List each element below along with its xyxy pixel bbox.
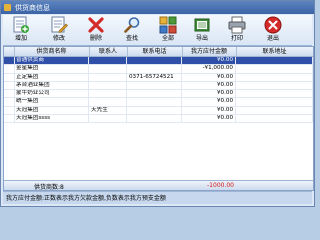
column-header-address[interactable]: 联系地址 <box>236 47 313 56</box>
cell-address <box>236 115 313 123</box>
cell-name: 统一集团 <box>14 98 89 106</box>
total-amount: -1000.00 <box>207 182 234 189</box>
cell-address <box>236 73 313 81</box>
cell-name: 蒙牛奶业公司 <box>14 90 89 98</box>
table-row[interactable]: 蒙牛奶业公司 ¥0.00 <box>4 90 313 99</box>
cell-address <box>236 106 313 115</box>
cell-address <box>236 57 313 65</box>
cell-amount: ¥0.00 <box>182 98 236 106</box>
cell-name: 天冠集团 <box>14 106 89 115</box>
cell-phone <box>127 65 182 73</box>
edit-icon <box>51 16 68 33</box>
table-body: 普通供货商 ¥0.00 金星集团 -¥1,000.00 正定集团 0371-6572452… <box>4 57 313 124</box>
toolbar: 增加 修改 删除 查找 全部 导出 打印 退出 <box>3 15 312 46</box>
add-icon <box>13 16 29 33</box>
all-icon <box>159 16 177 34</box>
exit-icon <box>264 16 282 34</box>
export-button[interactable]: 导出 <box>188 16 216 44</box>
cell-contact <box>89 98 127 106</box>
cell-address <box>236 81 313 90</box>
status-bar: 我方应付金额:正数表示我方欠款金额,负数表示我方预支金额 <box>3 191 312 204</box>
show-all-button-label: 全部 <box>161 35 174 42</box>
table-row[interactable]: 天冠集团 天先生 ¥0.00 <box>4 106 313 116</box>
cell-name: 茅台酒业集团 <box>14 81 89 90</box>
export-icon <box>194 18 210 32</box>
cell-contact <box>89 65 127 73</box>
cell-phone <box>127 57 182 65</box>
cell-amount: ¥0.00 <box>182 90 236 98</box>
column-header-phone[interactable]: 联系电话 <box>127 47 183 56</box>
app-icon <box>4 4 11 11</box>
cell-contact <box>89 90 127 98</box>
table-row[interactable]: 茅台酒业集团 ¥0.00 <box>4 81 313 91</box>
supplier-window: 供货商信息 增加 修改 删除 查找 全部 导出 打印 退出 供货商名称 联系人 … <box>0 0 315 207</box>
search-button-label: 查找 <box>125 35 138 42</box>
table-header: 供货商名称 联系人 联系电话 我方应付金额 联系地址 <box>4 47 313 57</box>
edit-button[interactable]: 修改 <box>45 16 73 44</box>
cell-phone <box>127 115 182 123</box>
supplier-count: 供货商数:8 <box>34 184 64 191</box>
cell-address <box>236 98 313 106</box>
delete-button[interactable]: 删除 <box>82 16 110 44</box>
column-header-contact[interactable]: 联系人 <box>89 47 128 56</box>
print-button[interactable]: 打印 <box>223 16 251 44</box>
column-header-amount[interactable]: 我方应付金额 <box>182 47 237 56</box>
add-button[interactable]: 增加 <box>7 16 35 44</box>
cell-phone <box>127 98 182 106</box>
edit-button-label: 修改 <box>52 35 65 42</box>
table-row[interactable]: 统一集团 ¥0.00 <box>4 98 313 107</box>
search-icon <box>124 17 140 33</box>
search-button[interactable]: 查找 <box>118 16 146 44</box>
table-row[interactable]: 金星集团 -¥1,000.00 <box>4 65 313 74</box>
cell-address <box>236 90 313 98</box>
cell-contact <box>89 73 127 81</box>
exit-button-label: 退出 <box>266 35 279 42</box>
cell-contact <box>89 115 127 123</box>
cell-amount: ¥0.00 <box>182 81 236 90</box>
add-button-label: 增加 <box>14 35 27 42</box>
column-header-name[interactable]: 供货商名称 <box>14 47 90 56</box>
cell-name: 普通供货商 <box>14 57 89 65</box>
print-button-label: 打印 <box>230 35 243 42</box>
cell-contact <box>89 57 127 65</box>
table-row[interactable]: 普通供货商 ¥0.00 <box>4 57 313 66</box>
supplier-table[interactable]: 供货商名称 联系人 联系电话 我方应付金额 联系地址 普通供货商 ¥0.00 金星集… <box>3 46 314 191</box>
cell-amount: ¥0.00 <box>182 106 236 115</box>
exit-button[interactable]: 退出 <box>259 16 287 44</box>
cell-amount: ¥0.00 <box>182 115 236 123</box>
cell-name: 正定集团 <box>14 73 89 81</box>
cell-phone <box>127 90 182 98</box>
cell-name: 金星集团 <box>14 65 89 73</box>
delete-button-label: 删除 <box>89 35 102 42</box>
cell-phone: 0371-65724521 <box>127 73 182 81</box>
table-row[interactable]: 天冠集团ssss ¥0.00 <box>4 115 313 124</box>
cell-phone <box>127 81 182 90</box>
table-footer: 供货商数:8 -1000.00 <box>4 180 313 190</box>
cell-amount: ¥0.00 <box>182 73 236 81</box>
delete-icon <box>88 17 104 33</box>
cell-phone <box>127 106 182 115</box>
export-button-label: 导出 <box>195 35 208 42</box>
cell-amount: ¥0.00 <box>182 57 236 65</box>
cell-address <box>236 65 313 73</box>
table-row[interactable]: 正定集团 0371-65724521 ¥0.00 <box>4 73 313 82</box>
print-icon <box>228 16 246 34</box>
window-title: 供货商信息 <box>15 4 50 12</box>
show-all-button[interactable]: 全部 <box>154 16 182 44</box>
cell-name: 天冠集团ssss <box>14 115 89 123</box>
cell-amount: -¥1,000.00 <box>182 65 236 73</box>
title-bar: 供货商信息 <box>1 1 314 14</box>
cell-contact <box>89 81 127 90</box>
cell-contact: 天先生 <box>89 106 127 115</box>
